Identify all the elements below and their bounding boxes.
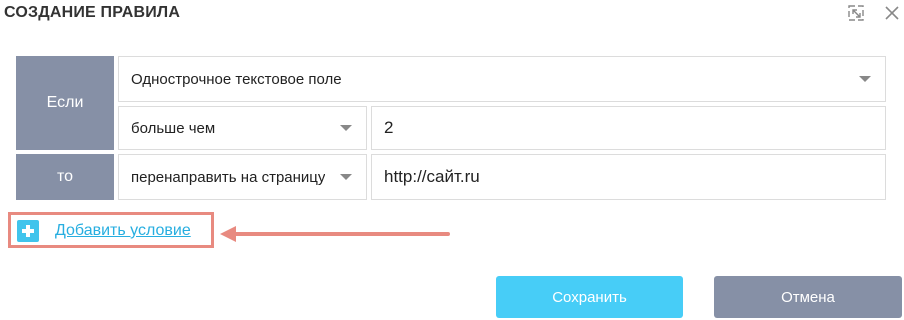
add-condition-link[interactable]: Добавить условие bbox=[17, 220, 191, 242]
condition-value-input[interactable]: 2 bbox=[371, 106, 886, 150]
chevron-down-icon bbox=[859, 76, 871, 82]
then-label: то bbox=[16, 154, 114, 200]
operator-select[interactable]: больше чем bbox=[118, 106, 367, 150]
cancel-button[interactable]: Отмена bbox=[714, 276, 902, 318]
field-type-value: Однострочное текстовое поле bbox=[131, 70, 342, 88]
redirect-url-input[interactable]: http://сайт.ru bbox=[371, 154, 886, 200]
add-condition-label: Добавить условие bbox=[55, 222, 191, 239]
chevron-down-icon bbox=[340, 125, 352, 131]
save-button[interactable]: Сохранить bbox=[496, 276, 683, 318]
action-select[interactable]: перенаправить на страницу bbox=[118, 154, 367, 200]
action-value: перенаправить на страницу bbox=[131, 168, 326, 186]
if-label: Если bbox=[16, 56, 114, 150]
dialog-title: СОЗДАНИЕ ПРАВИЛА bbox=[4, 4, 181, 21]
redirect-url-value: http://сайт.ru bbox=[384, 167, 480, 186]
condition-value: 2 bbox=[384, 118, 394, 137]
annotation-arrow-icon bbox=[220, 226, 450, 242]
close-icon[interactable] bbox=[882, 3, 902, 23]
expand-icon[interactable] bbox=[846, 3, 866, 23]
plus-icon bbox=[17, 220, 39, 242]
chevron-down-icon bbox=[340, 174, 352, 180]
operator-value: больше чем bbox=[131, 119, 216, 137]
field-type-select[interactable]: Однострочное текстовое поле bbox=[118, 56, 886, 102]
